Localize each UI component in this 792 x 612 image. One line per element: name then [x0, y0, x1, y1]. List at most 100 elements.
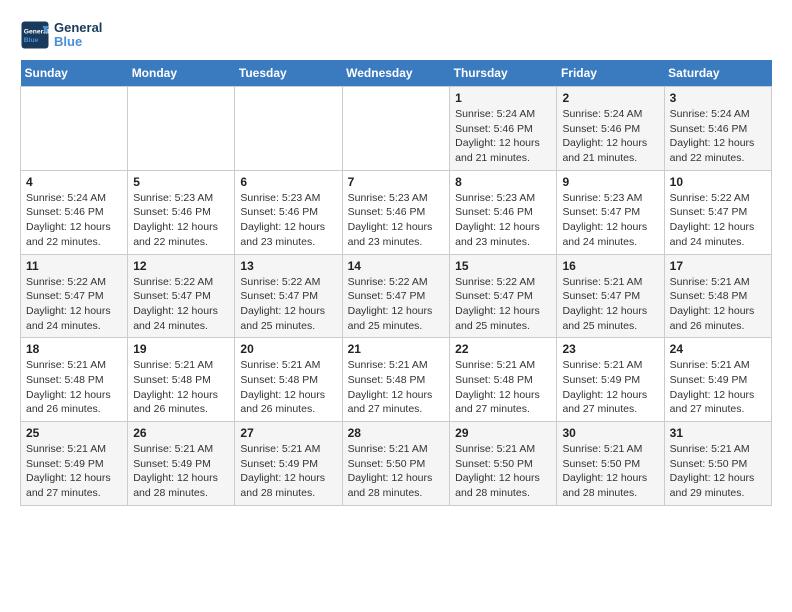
- day-info: Sunrise: 5:21 AM Sunset: 5:48 PM Dayligh…: [26, 358, 122, 417]
- day-info: Sunrise: 5:21 AM Sunset: 5:48 PM Dayligh…: [133, 358, 229, 417]
- day-number: 18: [26, 342, 122, 356]
- calendar-cell: 12 Sunrise: 5:22 AM Sunset: 5:47 PM Dayli…: [128, 254, 235, 338]
- calendar-cell: 30Sunrise: 5:21 AM Sunset: 5:50 PM Dayli…: [557, 422, 664, 506]
- calendar-cell: 5 Sunrise: 5:23 AM Sunset: 5:46 PM Daylig…: [128, 170, 235, 254]
- day-number: 6: [240, 175, 336, 189]
- day-number: 31: [670, 426, 766, 440]
- day-number: 13: [240, 259, 336, 273]
- calendar-cell: 29 Sunrise: 5:21 AM Sunset: 5:50 PM Dayli…: [450, 422, 557, 506]
- calendar-cell: 11 Sunrise: 5:22 AM Sunset: 5:47 PM Dayli…: [21, 254, 128, 338]
- day-info: Sunrise: 5:21 AM Sunset: 5:48 PM Dayligh…: [670, 275, 766, 334]
- calendar-cell: 27 Sunrise: 5:21 AM Sunset: 5:49 PM Dayli…: [235, 422, 342, 506]
- calendar-cell: [128, 87, 235, 171]
- calendar-cell: 9 Sunrise: 5:23 AM Sunset: 5:47 PM Daylig…: [557, 170, 664, 254]
- day-number: 12: [133, 259, 229, 273]
- day-of-week-header: Tuesday: [235, 60, 342, 87]
- day-number: 14: [348, 259, 445, 273]
- day-number: 20: [240, 342, 336, 356]
- day-info: Sunrise: 5:21 AM Sunset: 5:49 PM Dayligh…: [670, 358, 766, 417]
- day-number: 11: [26, 259, 122, 273]
- calendar-cell: 1Sunrise: 5:24 AM Sunset: 5:46 PM Daylig…: [450, 87, 557, 171]
- day-of-week-header: Wednesday: [342, 60, 450, 87]
- calendar-week-row: 25 Sunrise: 5:21 AM Sunset: 5:49 PM Dayli…: [21, 422, 772, 506]
- day-number: 26: [133, 426, 229, 440]
- calendar-cell: 25 Sunrise: 5:21 AM Sunset: 5:49 PM Dayli…: [21, 422, 128, 506]
- day-of-week-header: Friday: [557, 60, 664, 87]
- calendar-cell: 14 Sunrise: 5:22 AM Sunset: 5:47 PM Dayli…: [342, 254, 450, 338]
- calendar-cell: 18 Sunrise: 5:21 AM Sunset: 5:48 PM Dayli…: [21, 338, 128, 422]
- calendar-cell: 2Sunrise: 5:24 AM Sunset: 5:46 PM Daylig…: [557, 87, 664, 171]
- day-info: Sunrise: 5:22 AM Sunset: 5:47 PM Dayligh…: [240, 275, 336, 334]
- day-number: 15: [455, 259, 551, 273]
- day-number: 7: [348, 175, 445, 189]
- day-number: 25: [26, 426, 122, 440]
- day-of-week-header: Thursday: [450, 60, 557, 87]
- day-info: Sunrise: 5:21 AM Sunset: 5:48 PM Dayligh…: [348, 358, 445, 417]
- calendar-cell: 26 Sunrise: 5:21 AM Sunset: 5:49 PM Dayli…: [128, 422, 235, 506]
- day-number: 5: [133, 175, 229, 189]
- calendar-week-row: 4 Sunrise: 5:24 AM Sunset: 5:46 PM Daylig…: [21, 170, 772, 254]
- calendar-cell: 10Sunrise: 5:22 AM Sunset: 5:47 PM Dayli…: [664, 170, 771, 254]
- day-info: Sunrise: 5:23 AM Sunset: 5:46 PM Dayligh…: [133, 191, 229, 250]
- calendar-cell: [342, 87, 450, 171]
- day-info: Sunrise: 5:21 AM Sunset: 5:50 PM Dayligh…: [348, 442, 445, 501]
- calendar-cell: 22 Sunrise: 5:21 AM Sunset: 5:48 PM Dayli…: [450, 338, 557, 422]
- day-info: Sunrise: 5:22 AM Sunset: 5:47 PM Dayligh…: [133, 275, 229, 334]
- day-info: Sunrise: 5:23 AM Sunset: 5:46 PM Dayligh…: [348, 191, 445, 250]
- day-number: 23: [562, 342, 658, 356]
- day-number: 1: [455, 91, 551, 105]
- calendar-cell: 28 Sunrise: 5:21 AM Sunset: 5:50 PM Dayli…: [342, 422, 450, 506]
- day-number: 21: [348, 342, 445, 356]
- day-number: 27: [240, 426, 336, 440]
- day-info: Sunrise: 5:21 AM Sunset: 5:48 PM Dayligh…: [455, 358, 551, 417]
- page-header: General Blue General Blue: [20, 20, 772, 50]
- day-number: 28: [348, 426, 445, 440]
- day-of-week-header: Monday: [128, 60, 235, 87]
- day-info: Sunrise: 5:21 AM Sunset: 5:49 PM Dayligh…: [26, 442, 122, 501]
- calendar-cell: [21, 87, 128, 171]
- calendar-cell: 8 Sunrise: 5:23 AM Sunset: 5:46 PM Daylig…: [450, 170, 557, 254]
- day-number: 2: [562, 91, 658, 105]
- day-info: Sunrise: 5:24 AM Sunset: 5:46 PM Dayligh…: [670, 107, 766, 166]
- calendar-table: SundayMondayTuesdayWednesdayThursdayFrid…: [20, 60, 772, 506]
- day-number: 29: [455, 426, 551, 440]
- day-number: 9: [562, 175, 658, 189]
- svg-text:Blue: Blue: [24, 37, 39, 44]
- day-info: Sunrise: 5:22 AM Sunset: 5:47 PM Dayligh…: [455, 275, 551, 334]
- calendar-cell: 6 Sunrise: 5:23 AM Sunset: 5:46 PM Daylig…: [235, 170, 342, 254]
- calendar-cell: 24 Sunrise: 5:21 AM Sunset: 5:49 PM Dayli…: [664, 338, 771, 422]
- day-info: Sunrise: 5:23 AM Sunset: 5:46 PM Dayligh…: [455, 191, 551, 250]
- calendar-cell: 19 Sunrise: 5:21 AM Sunset: 5:48 PM Dayli…: [128, 338, 235, 422]
- day-of-week-header: Saturday: [664, 60, 771, 87]
- calendar-week-row: 18 Sunrise: 5:21 AM Sunset: 5:48 PM Dayli…: [21, 338, 772, 422]
- calendar-cell: 21 Sunrise: 5:21 AM Sunset: 5:48 PM Dayli…: [342, 338, 450, 422]
- day-info: Sunrise: 5:21 AM Sunset: 5:50 PM Dayligh…: [670, 442, 766, 501]
- day-info: Sunrise: 5:23 AM Sunset: 5:47 PM Dayligh…: [562, 191, 658, 250]
- day-info: Sunrise: 5:24 AM Sunset: 5:46 PM Dayligh…: [26, 191, 122, 250]
- day-info: Sunrise: 5:21 AM Sunset: 5:50 PM Dayligh…: [455, 442, 551, 501]
- logo-blue: Blue: [54, 35, 102, 49]
- day-number: 22: [455, 342, 551, 356]
- day-number: 19: [133, 342, 229, 356]
- calendar-cell: 3Sunrise: 5:24 AM Sunset: 5:46 PM Daylig…: [664, 87, 771, 171]
- calendar-cell: 15 Sunrise: 5:22 AM Sunset: 5:47 PM Dayli…: [450, 254, 557, 338]
- day-info: Sunrise: 5:23 AM Sunset: 5:46 PM Dayligh…: [240, 191, 336, 250]
- day-info: Sunrise: 5:22 AM Sunset: 5:47 PM Dayligh…: [26, 275, 122, 334]
- day-info: Sunrise: 5:21 AM Sunset: 5:49 PM Dayligh…: [240, 442, 336, 501]
- day-info: Sunrise: 5:21 AM Sunset: 5:48 PM Dayligh…: [240, 358, 336, 417]
- day-number: 24: [670, 342, 766, 356]
- logo-general: General: [54, 21, 102, 35]
- day-number: 10: [670, 175, 766, 189]
- day-number: 8: [455, 175, 551, 189]
- day-info: Sunrise: 5:21 AM Sunset: 5:49 PM Dayligh…: [133, 442, 229, 501]
- day-info: Sunrise: 5:21 AM Sunset: 5:47 PM Dayligh…: [562, 275, 658, 334]
- calendar-cell: 20 Sunrise: 5:21 AM Sunset: 5:48 PM Dayli…: [235, 338, 342, 422]
- calendar-cell: 31 Sunrise: 5:21 AM Sunset: 5:50 PM Dayli…: [664, 422, 771, 506]
- calendar-cell: 23Sunrise: 5:21 AM Sunset: 5:49 PM Dayli…: [557, 338, 664, 422]
- day-number: 4: [26, 175, 122, 189]
- calendar-header: SundayMondayTuesdayWednesdayThursdayFrid…: [21, 60, 772, 87]
- calendar-cell: 7 Sunrise: 5:23 AM Sunset: 5:46 PM Daylig…: [342, 170, 450, 254]
- logo-icon: General Blue: [20, 20, 50, 50]
- calendar-cell: 13 Sunrise: 5:22 AM Sunset: 5:47 PM Dayli…: [235, 254, 342, 338]
- day-info: Sunrise: 5:22 AM Sunset: 5:47 PM Dayligh…: [348, 275, 445, 334]
